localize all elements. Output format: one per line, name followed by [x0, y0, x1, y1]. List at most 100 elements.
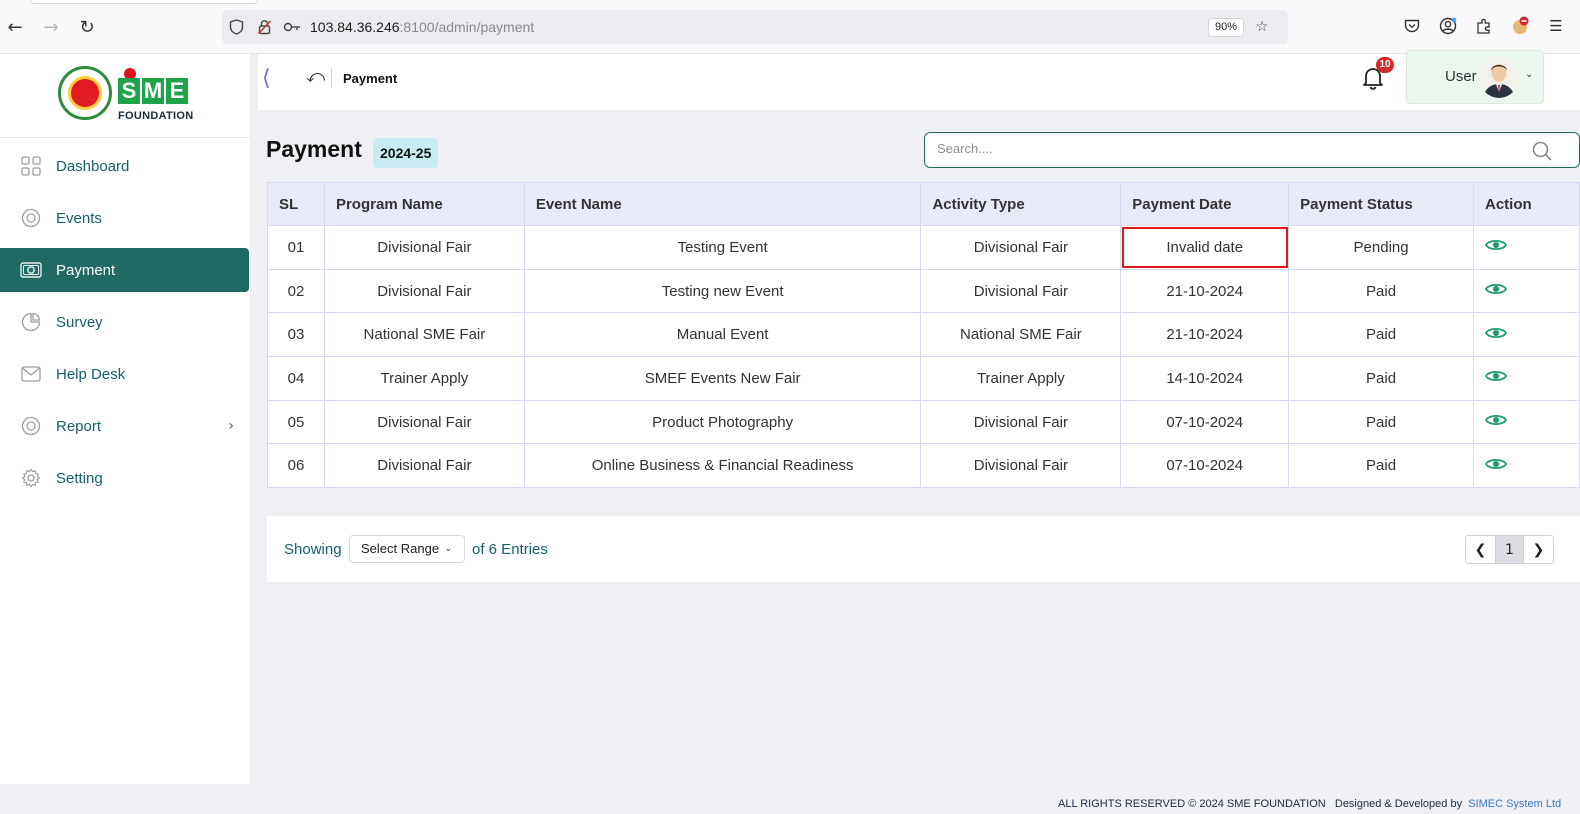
sidebar-item-label: Help Desk	[56, 365, 126, 383]
undo-back-icon[interactable]: ⤺	[306, 66, 325, 87]
cell-status: Pending	[1288, 225, 1474, 270]
copyright-footer: ALL RIGHTS RESERVED © 2024 SME FOUNDATIO…	[1058, 798, 1561, 810]
search-input[interactable]	[937, 141, 1517, 156]
table-row: 05 Divisional Fair Product Photography D…	[267, 399, 1580, 445]
table-row: 04 Trainer Apply SMEF Events New Fair Tr…	[267, 356, 1580, 401]
view-eye-icon[interactable]	[1484, 415, 1508, 432]
column-header-payment-date[interactable]: Payment Date	[1120, 182, 1290, 226]
column-header-action[interactable]: Action	[1473, 182, 1580, 226]
avatar	[1479, 56, 1519, 98]
address-bar[interactable]: 103.84.36.246:8100/admin/payment 90% ☆	[222, 10, 1288, 44]
range-select-label: Select Range	[361, 541, 440, 556]
cell-event: Testing Event	[523, 225, 922, 270]
sidebar-item-label: Setting	[56, 469, 103, 487]
chevron-down-icon: ⌄	[1525, 69, 1534, 80]
sidebar-item-setting[interactable]: Setting	[0, 456, 250, 500]
range-select[interactable]: Select Range ⌄	[349, 535, 465, 563]
url-path: :8100/admin/payment	[399, 19, 535, 35]
sidebar-item-events[interactable]: Events	[0, 196, 250, 240]
search-box[interactable]	[924, 132, 1580, 168]
sidebar-item-help-desk[interactable]: Help Desk	[0, 352, 250, 396]
view-eye-icon[interactable]	[1484, 371, 1508, 388]
cell-sl: 06	[267, 443, 325, 489]
cell-program: National SME Fair	[323, 312, 525, 358]
sidebar-item-payment[interactable]: Payment	[0, 248, 249, 292]
cell-event: Manual Event	[523, 312, 922, 358]
browser-tab-edge	[30, 0, 258, 4]
shield-icon[interactable]	[226, 17, 246, 37]
page-number-button[interactable]: 1	[1495, 536, 1524, 563]
cell-payment-date: 07-10-2024	[1120, 443, 1290, 489]
sidebar-item-dashboard[interactable]: Dashboard	[0, 144, 250, 188]
cell-sl: 04	[267, 356, 325, 401]
cell-activity: National SME Fair	[920, 312, 1122, 358]
developer-link[interactable]: SIMEC System Ltd	[1468, 798, 1561, 810]
payment-icon	[20, 259, 42, 281]
cell-status: Paid	[1288, 268, 1474, 314]
cell-program: Trainer Apply	[323, 356, 525, 401]
cell-status: Paid	[1288, 443, 1474, 489]
search-icon[interactable]	[1531, 140, 1553, 162]
column-header-sl[interactable]: SL	[267, 182, 325, 226]
cell-program: Divisional Fair	[323, 225, 525, 270]
menu-hamburger-icon[interactable]: ☰	[1544, 14, 1568, 38]
sme-foundation-logo: SME FOUNDATION	[118, 66, 193, 122]
forward-arrow-icon[interactable]: →	[38, 14, 64, 40]
cell-action	[1473, 312, 1580, 358]
extensions-icon[interactable]	[1472, 14, 1496, 38]
table-row: 06 Divisional Fair Online Business & Fin…	[267, 443, 1580, 489]
cell-event: Online Business & Financial Readiness	[523, 443, 922, 489]
column-header-activity-type[interactable]: Activity Type	[920, 182, 1122, 226]
view-eye-icon[interactable]	[1484, 284, 1508, 301]
bookmark-star-icon[interactable]: ☆	[1252, 17, 1272, 37]
cell-action	[1473, 356, 1580, 401]
cell-activity: Divisional Fair	[920, 399, 1122, 445]
table-header-row: SL Program Name Event Name Activity Type…	[267, 182, 1580, 226]
account-icon[interactable]	[1436, 14, 1460, 38]
cell-status: Paid	[1288, 356, 1474, 401]
insecure-lock-icon[interactable]	[254, 17, 274, 37]
table-row: 02 Divisional Fair Testing new Event Div…	[267, 268, 1580, 314]
sidebar-collapse-icon[interactable]: ⟨	[262, 66, 271, 91]
sidebar-item-report[interactable]: Report ›	[0, 404, 250, 448]
user-menu[interactable]: User ⌄	[1406, 50, 1544, 104]
dashboard-icon	[20, 155, 42, 177]
logo-area[interactable]: SME FOUNDATION	[0, 54, 250, 138]
column-header-event-name[interactable]: Event Name	[523, 182, 922, 226]
cell-status: Paid	[1288, 312, 1474, 358]
cell-status: Paid	[1288, 399, 1474, 445]
table-row: 03 National SME Fair Manual Event Nation…	[267, 312, 1580, 358]
view-eye-icon[interactable]	[1484, 327, 1508, 345]
url-text[interactable]: 103.84.36.246:8100/admin/payment	[310, 19, 534, 35]
prev-page-button[interactable]: ❮	[1466, 536, 1495, 563]
zoom-level-badge[interactable]: 90%	[1208, 18, 1245, 37]
key-icon[interactable]	[282, 17, 302, 37]
back-arrow-icon[interactable]: ←	[2, 14, 28, 40]
main-content: ⟨ ⤺ Payment 10 User ⌄ Payment 2024-25 SL	[258, 50, 1580, 784]
government-seal-logo	[58, 66, 112, 120]
cell-sl: 05	[267, 399, 325, 445]
reload-icon[interactable]: ↻	[74, 14, 100, 40]
sidebar-item-label: Survey	[56, 313, 103, 331]
table-row: 01 Divisional Fair Testing Event Divisio…	[267, 225, 1580, 270]
cell-payment-date-highlighted: Invalid date	[1120, 225, 1290, 270]
cell-action	[1473, 443, 1580, 489]
chevron-down-icon: ⌄	[444, 544, 452, 554]
column-header-payment-status[interactable]: Payment Status	[1288, 182, 1474, 226]
cell-payment-date: 21-10-2024	[1120, 312, 1290, 358]
cell-payment-date: 07-10-2024	[1120, 399, 1290, 445]
sidebar-item-label: Payment	[56, 261, 116, 279]
view-eye-icon[interactable]	[1484, 240, 1508, 257]
extension-avatar-icon[interactable]	[1508, 14, 1532, 38]
sidebar-item-label: Dashboard	[56, 157, 130, 175]
cell-activity: Divisional Fair	[920, 443, 1122, 489]
cell-action	[1473, 399, 1580, 445]
cell-payment-date: 21-10-2024	[1120, 268, 1290, 314]
view-eye-icon[interactable]	[1484, 458, 1508, 476]
sidebar-item-survey[interactable]: Survey	[0, 300, 250, 344]
logo-subtext: FOUNDATION	[118, 110, 194, 122]
pocket-icon[interactable]	[1400, 14, 1424, 38]
next-page-button[interactable]: ❯	[1524, 536, 1553, 563]
column-header-program-name[interactable]: Program Name	[323, 182, 525, 226]
copyright-text: ALL RIGHTS RESERVED © 2024 SME FOUNDATIO…	[1058, 798, 1326, 810]
